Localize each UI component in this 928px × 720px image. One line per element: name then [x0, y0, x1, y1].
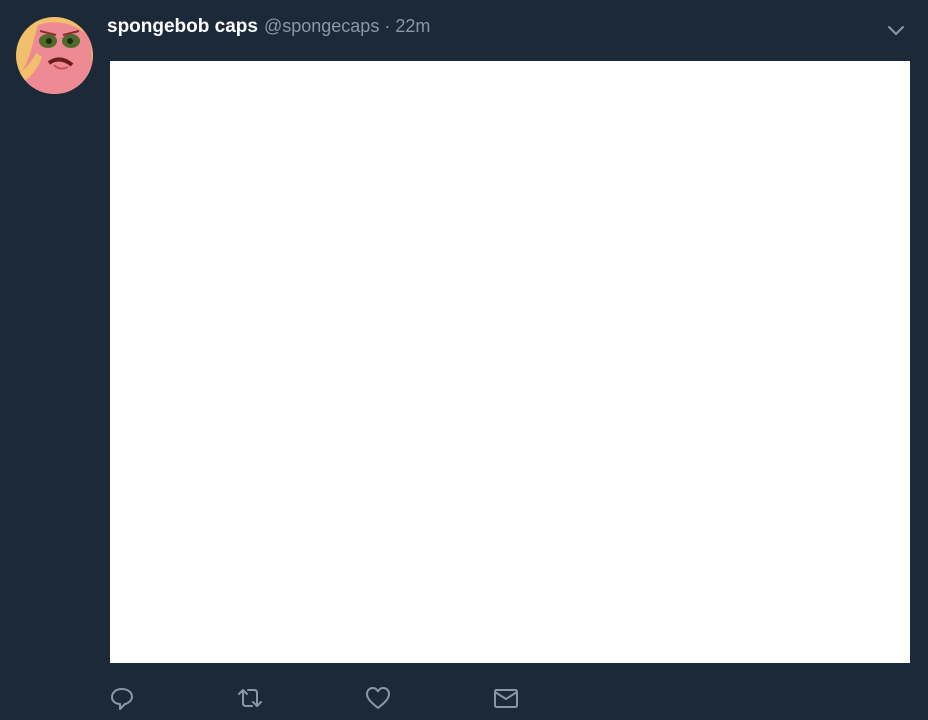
reply-icon	[111, 688, 133, 710]
patrick-star-avatar-icon	[16, 17, 93, 94]
tweet-actions	[108, 684, 620, 712]
retweet-button[interactable]	[236, 684, 264, 712]
chevron-down-icon[interactable]	[886, 22, 906, 38]
direct-message-button[interactable]	[492, 684, 520, 712]
avatar[interactable]	[16, 17, 93, 94]
tweet[interactable]: spongebob caps @spongecaps · 22m	[0, 0, 928, 720]
timestamp[interactable]: 22m	[395, 16, 430, 37]
tweet-header: spongebob caps @spongecaps · 22m	[107, 16, 430, 40]
reply-button[interactable]	[108, 684, 136, 712]
display-name[interactable]: spongebob caps	[107, 16, 258, 38]
separator: ·	[384, 16, 391, 36]
direct-message-icon	[494, 689, 518, 708]
retweet-icon	[238, 689, 262, 707]
tweet-media[interactable]	[110, 61, 910, 663]
like-button[interactable]	[364, 684, 392, 712]
heart-icon	[366, 687, 390, 709]
user-handle[interactable]: @spongecaps	[264, 16, 379, 37]
